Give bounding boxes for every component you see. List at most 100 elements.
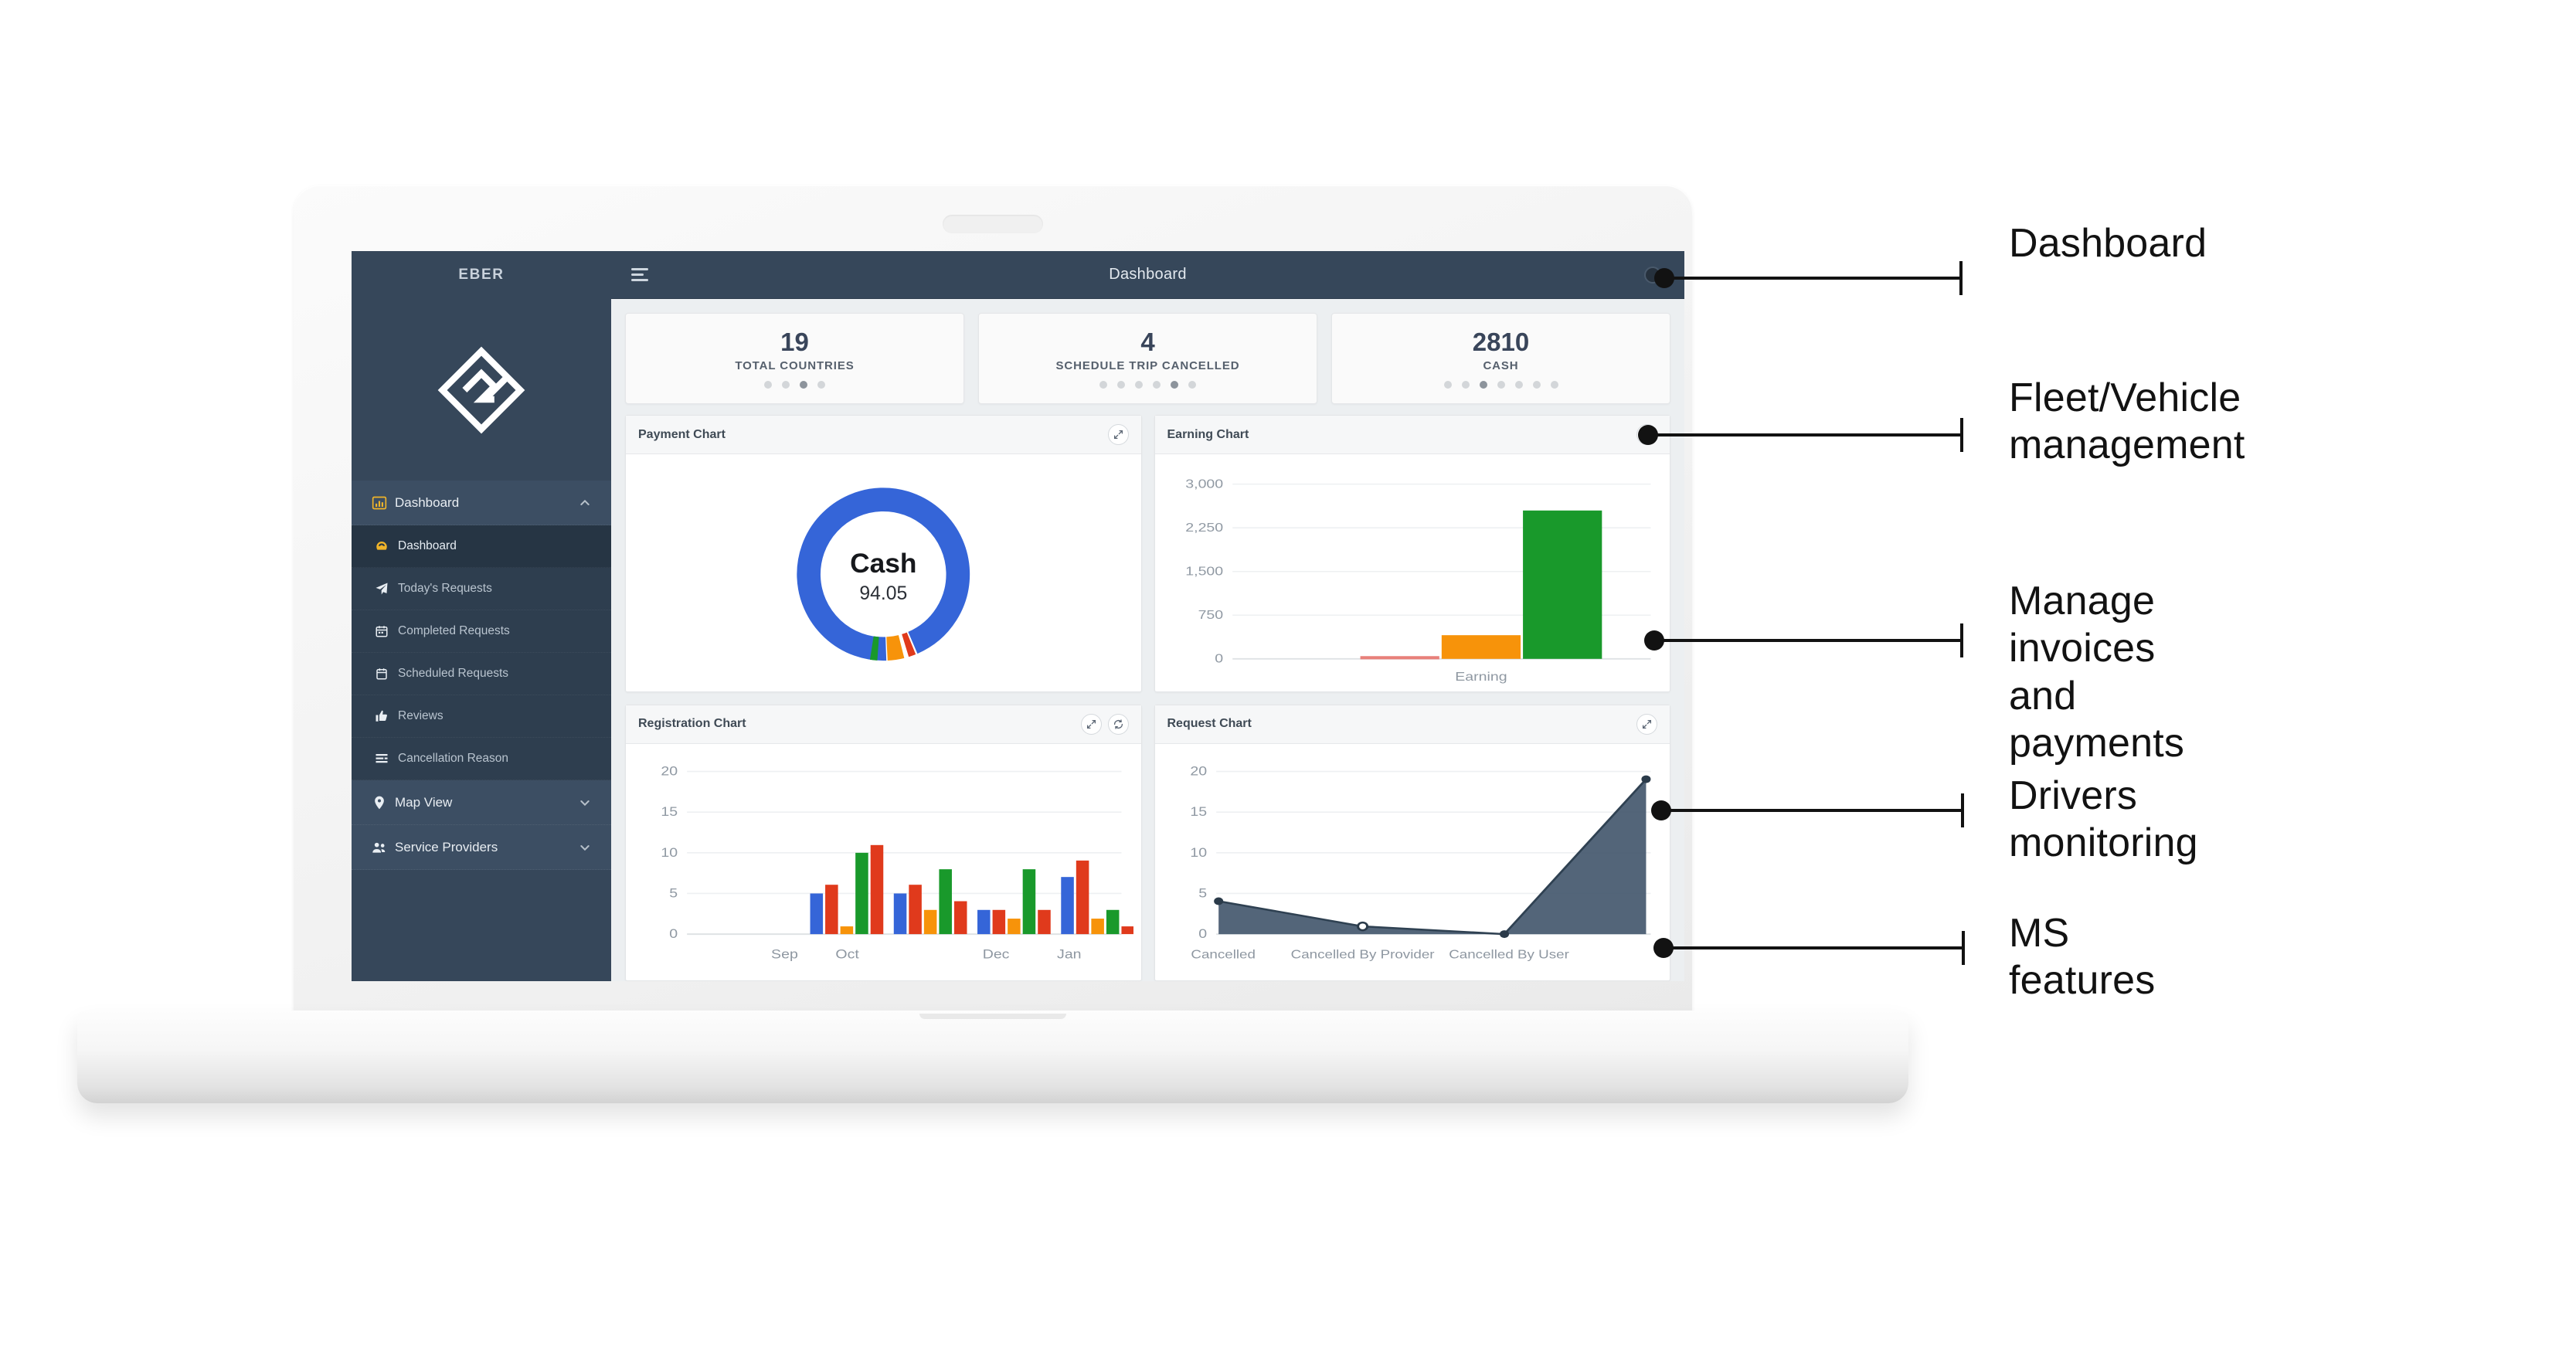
- card-actions: [1080, 713, 1129, 735]
- carousel-dot[interactable]: [782, 380, 790, 389]
- sidebar-item-dashboard[interactable]: Dashboard: [352, 525, 611, 568]
- stat-card-schedule-trip-cancelled[interactable]: 4 SCHEDULE TRIP CANCELLED: [978, 313, 1317, 404]
- card-earning-chart: Earning Chart 3,000 2,250 1,500 750 0 Ea…: [1154, 415, 1670, 692]
- bar-group-jan: [1061, 860, 1133, 934]
- expand-arrows-icon[interactable]: [1636, 713, 1657, 735]
- card-header: Payment Chart: [626, 416, 1141, 454]
- stat-label: CASH: [1483, 358, 1519, 372]
- sidebar-item-reviews[interactable]: Reviews: [352, 695, 611, 738]
- dashboard-gauge-icon: [375, 539, 398, 553]
- carousel-dot[interactable]: [1443, 380, 1452, 389]
- carousel-dot[interactable]: [1514, 380, 1523, 389]
- sidebar-item-label: Reviews: [398, 709, 443, 722]
- sidebar-item-label: Today's Requests: [398, 582, 492, 595]
- top-strip: EBER Dashboard: [352, 251, 1684, 299]
- expand-arrows-icon[interactable]: [1080, 713, 1102, 735]
- annotation-label: Fleet/Vehicle management: [2009, 375, 2245, 468]
- sidebar-item-cancellation-reason[interactable]: Cancellation Reason: [352, 738, 611, 780]
- carousel-dot[interactable]: [764, 380, 772, 389]
- card-payment-chart: Payment Chart Cash 94.05: [625, 415, 1142, 692]
- laptop-base: [77, 1011, 1908, 1103]
- carousel-dot-active[interactable]: [800, 380, 807, 389]
- bar-chart-icon: [372, 495, 395, 511]
- annotation-tick: [1960, 418, 1963, 452]
- stat-value: 2810: [1472, 327, 1530, 356]
- stat-value: 4: [1140, 327, 1155, 356]
- carousel-dots[interactable]: [764, 380, 825, 389]
- card-header: Request Chart: [1154, 705, 1670, 744]
- carousel-dot[interactable]: [1153, 380, 1161, 389]
- sidebar-item-label: Scheduled Requests: [398, 667, 509, 680]
- expand-arrows-icon[interactable]: [1107, 424, 1129, 445]
- carousel-dot[interactable]: [1099, 380, 1107, 389]
- earning-bar-chart[interactable]: 3,000 2,250 1,500 750 0 Earning: [1155, 454, 1670, 691]
- sidebar-group-dashboard[interactable]: Dashboard: [352, 481, 611, 525]
- laptop-mockup: EBER Dashboard Dashboard Dashboard Today…: [77, 185, 1908, 1103]
- y-tick: 15: [661, 804, 678, 818]
- card-title: Request Chart: [1167, 717, 1252, 730]
- card-actions: [1107, 424, 1129, 445]
- card-header: Registration Chart: [626, 705, 1141, 744]
- sidebar-item-completed-requests[interactable]: Completed Requests: [352, 610, 611, 653]
- bar-group-dec: [977, 868, 1051, 934]
- x-tick: Jan: [1057, 946, 1082, 960]
- x-tick: Dec: [983, 946, 1010, 960]
- users-icon: [372, 840, 395, 855]
- registration-bar-chart[interactable]: 20 15 10 5 0 Sep Oct Dec Jan: [626, 744, 1141, 981]
- carousel-dot[interactable]: [1461, 380, 1470, 389]
- card-title: Registration Chart: [638, 717, 746, 730]
- calendar-icon: [375, 667, 398, 681]
- carousel-dot[interactable]: [1532, 380, 1541, 389]
- stat-label: SCHEDULE TRIP CANCELLED: [1055, 358, 1240, 372]
- sidebar-item-label: Dashboard: [398, 539, 457, 552]
- carousel-dots[interactable]: [1099, 380, 1196, 389]
- stat-label: TOTAL COUNTRIES: [735, 358, 855, 372]
- sidebar-item-todays-requests[interactable]: Today's Requests: [352, 568, 611, 610]
- stat-card-cash[interactable]: 2810 CASH: [1331, 313, 1670, 404]
- paper-plane-icon: [375, 582, 398, 596]
- screenshot-root: EBER Dashboard Dashboard Dashboard Today…: [0, 0, 2576, 1352]
- sidebar-group-service-providers[interactable]: Service Providers: [352, 825, 611, 870]
- sidebar-group-map-view[interactable]: Map View: [352, 780, 611, 825]
- card-header: Earning Chart: [1154, 416, 1670, 454]
- carousel-dots[interactable]: [1443, 380, 1558, 389]
- donut-center-value: 94.05: [859, 583, 907, 604]
- carousel-dot[interactable]: [1135, 380, 1143, 389]
- eber-diamond-logo: [437, 346, 525, 433]
- top-bar: Dashboard: [611, 251, 1684, 299]
- payment-donut-chart[interactable]: Cash 94.05: [626, 454, 1141, 691]
- chevron-down-icon: [579, 841, 591, 854]
- thumbs-up-icon: [375, 709, 398, 723]
- carousel-dot[interactable]: [1117, 380, 1125, 389]
- carousel-dot-active[interactable]: [1479, 380, 1487, 389]
- annotation-label: MS features: [2009, 911, 2156, 1004]
- annotation-leader-line: [1666, 809, 1964, 812]
- chevron-up-icon: [579, 497, 591, 509]
- calendar-check-icon: [375, 624, 398, 638]
- y-tick: 5: [1198, 885, 1207, 899]
- sidebar-item-scheduled-requests[interactable]: Scheduled Requests: [352, 653, 611, 695]
- carousel-dot[interactable]: [1550, 380, 1558, 389]
- stat-card-total-countries[interactable]: 19 TOTAL COUNTRIES: [625, 313, 964, 404]
- y-tick: 1,500: [1185, 564, 1223, 577]
- stat-card-row: 19 TOTAL COUNTRIES 4 SCHEDULE TRIP CANCE…: [625, 313, 1670, 404]
- y-tick: 0: [669, 926, 678, 940]
- carousel-dot-active[interactable]: [1171, 380, 1178, 389]
- bar-group-sep: [810, 844, 884, 934]
- annotation-leader-line: [1659, 639, 1963, 642]
- page-title: Dashboard: [1109, 266, 1187, 283]
- sidebar-group-label: Service Providers: [395, 839, 498, 854]
- carousel-dot[interactable]: [1188, 380, 1196, 389]
- carousel-dot[interactable]: [1497, 380, 1505, 389]
- annotation-leader-line: [1668, 946, 1965, 949]
- y-tick: 5: [669, 885, 678, 899]
- annotation-tick: [1959, 261, 1963, 295]
- list-lines-icon: [375, 752, 398, 766]
- donut-center-label: Cash: [850, 549, 916, 579]
- refresh-icon[interactable]: [1107, 713, 1129, 735]
- request-area-chart[interactable]: 20 15 10 5 0 Cancelled Cancelled By Prov…: [1155, 744, 1670, 981]
- carousel-dot[interactable]: [817, 380, 825, 389]
- y-tick: 2,250: [1185, 521, 1223, 534]
- annotation-label: Manage invoices and payments: [2009, 579, 2185, 766]
- sidebar-group-label: Map View: [395, 794, 453, 810]
